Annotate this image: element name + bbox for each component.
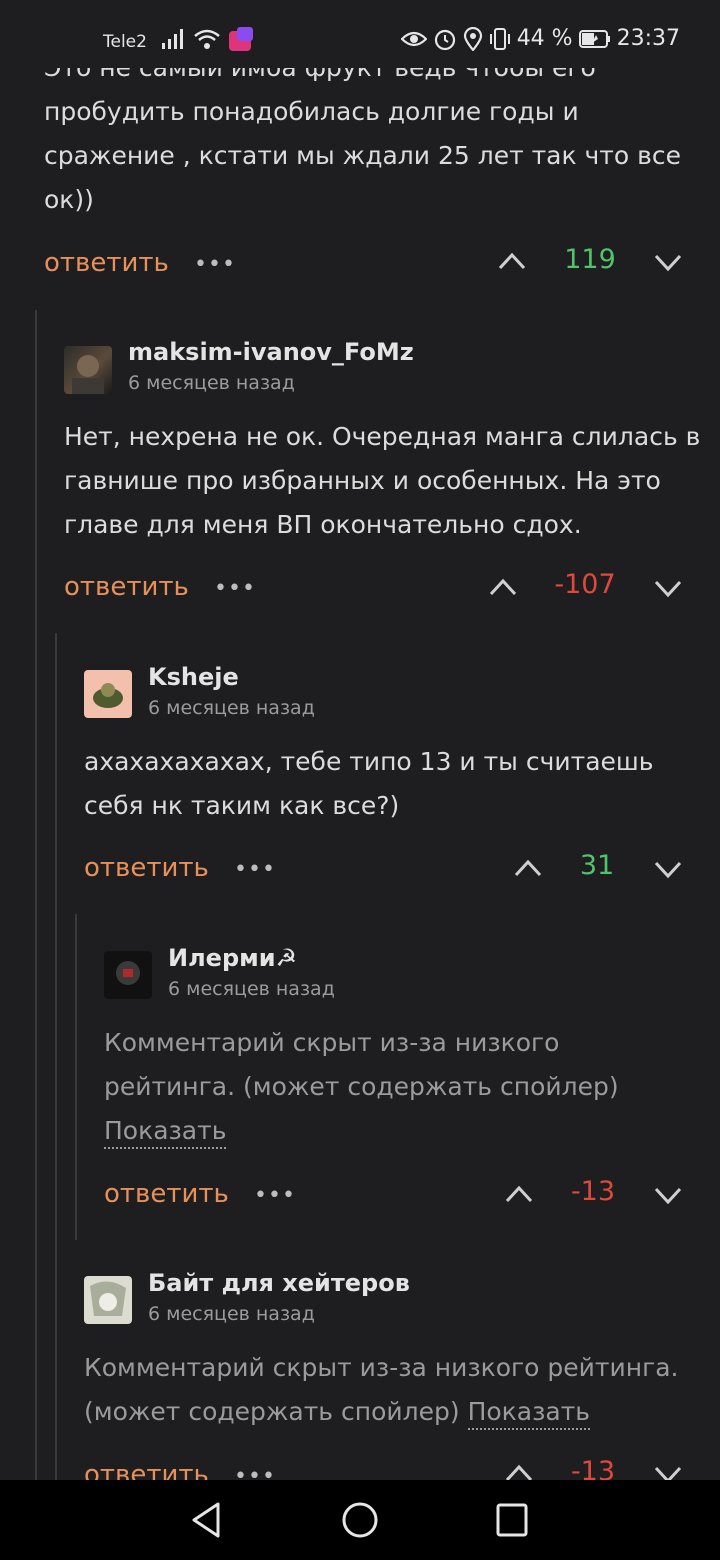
comment-text: ахахахахахах, тебе типо 13 и ты считаешь… — [84, 747, 654, 820]
show-comment-link[interactable]: Показать — [467, 1397, 590, 1430]
comment-score: -107 — [554, 569, 616, 600]
hidden-comment-notice: Комментарий скрыт из-за низкого рейтинга… — [104, 1021, 664, 1153]
avatar[interactable] — [104, 951, 152, 999]
timestamp: 6 месяцев назад — [148, 1303, 315, 1325]
hidden-comment-notice: Комментарий скрыт из-за низкого рейтинга… — [84, 1346, 704, 1434]
back-icon[interactable] — [188, 1498, 224, 1542]
thread-line — [75, 914, 77, 1240]
comment-score: -13 — [570, 1456, 616, 1480]
signal-icon — [162, 29, 183, 49]
avatar[interactable] — [84, 670, 132, 718]
carrier-label: Tele2 — [103, 32, 147, 52]
username[interactable]: Илерми☭ — [168, 944, 297, 972]
upvote-icon[interactable] — [513, 857, 543, 879]
downvote-icon[interactable] — [653, 859, 683, 881]
comment-text: Нет, нехрена не ок. Очередная манга слил… — [64, 422, 701, 539]
more-options-button[interactable]: ••• — [234, 1464, 276, 1480]
reply-button[interactable]: ответить — [84, 1460, 209, 1480]
hidden-notice-text: Комментарий скрыт из-за низкого рейтинга… — [104, 1028, 619, 1101]
upvote-icon[interactable] — [504, 1462, 534, 1480]
more-options-button[interactable]: ••• — [254, 1183, 296, 1208]
avatar[interactable] — [84, 1276, 132, 1324]
reply-button[interactable]: ответить — [84, 853, 209, 883]
eye-icon — [400, 31, 427, 46]
status-bar: Tele2 44 % 23:37 — [0, 0, 720, 68]
downvote-icon[interactable] — [653, 252, 683, 274]
upvote-icon[interactable] — [497, 250, 527, 272]
comment-score: -13 — [570, 1176, 616, 1207]
reply-button[interactable]: ответить — [104, 1179, 229, 1209]
downvote-icon[interactable] — [653, 1185, 683, 1207]
reply-button[interactable]: ответить — [44, 248, 169, 278]
vibrate-icon — [489, 27, 510, 50]
upvote-icon[interactable] — [488, 576, 518, 598]
comment-score: 31 — [579, 850, 615, 881]
thread-line — [35, 310, 37, 1480]
home-icon[interactable] — [340, 1498, 380, 1542]
reply-button[interactable]: ответить — [64, 572, 189, 602]
show-comment-link[interactable]: Показать — [104, 1116, 227, 1149]
recents-icon[interactable] — [494, 1498, 530, 1542]
app-icon — [229, 27, 253, 51]
username[interactable]: Ksheje — [148, 663, 239, 691]
alarm-icon — [434, 29, 455, 50]
avatar[interactable] — [64, 346, 112, 394]
timestamp: 6 месяцев назад — [168, 978, 335, 1000]
thread-line — [55, 633, 57, 1480]
downvote-icon[interactable] — [653, 1464, 683, 1480]
wifi-icon — [194, 29, 220, 49]
more-options-button[interactable]: ••• — [194, 252, 236, 277]
username[interactable]: maksim-ivanov_FoMz — [128, 338, 414, 366]
comment-text: Это не самый имба фрукт ведь чтобы его п… — [44, 53, 681, 214]
battery-percent: 44 % — [516, 26, 573, 51]
more-options-button[interactable]: ••• — [214, 576, 256, 601]
downvote-icon[interactable] — [653, 578, 683, 600]
upvote-icon[interactable] — [504, 1183, 534, 1205]
username[interactable]: Байт для хейтеров — [148, 1269, 410, 1297]
system-navigation-bar — [0, 1480, 720, 1560]
battery-icon — [578, 29, 610, 48]
location-icon — [463, 26, 482, 51]
comments-feed: Это не самый имба фрукт ведь чтобы его п… — [0, 0, 720, 1480]
timestamp: 6 месяцев назад — [128, 372, 295, 394]
timestamp: 6 месяцев назад — [148, 697, 315, 719]
more-options-button[interactable]: ••• — [234, 857, 276, 882]
comment-score: 119 — [564, 244, 616, 275]
clock: 23:37 — [616, 26, 680, 51]
